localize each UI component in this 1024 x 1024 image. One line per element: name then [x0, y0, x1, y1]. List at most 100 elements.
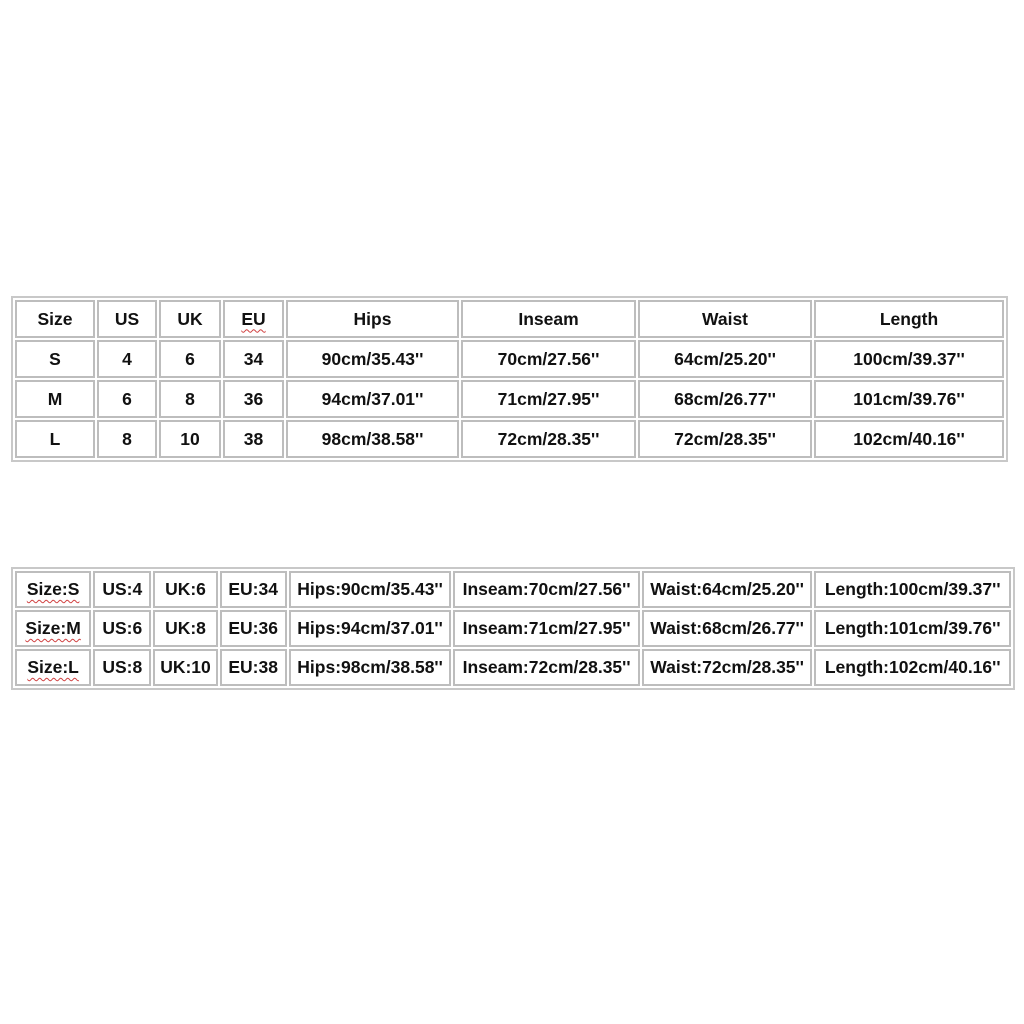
cell-value: 68cm/26.77''	[674, 388, 776, 409]
table-cell: UK:6	[153, 571, 218, 608]
cell-value: Length:102cm/40.16''	[824, 657, 1001, 677]
cell-value: 4	[122, 348, 132, 369]
table-cell: Inseam:70cm/27.56''	[453, 571, 640, 608]
table-cell: 8	[159, 380, 221, 418]
column-header: Length	[879, 308, 939, 329]
cell-value: 90cm/35.43''	[321, 348, 424, 369]
table-cell: Length:101cm/39.76''	[814, 610, 1011, 647]
cell-value: US:4	[102, 579, 143, 599]
cell-value: 100cm/39.37''	[853, 348, 965, 369]
table-cell: US:8	[93, 649, 152, 686]
cell-value: 101cm/39.76''	[853, 388, 965, 409]
column-header: Hips	[353, 308, 392, 329]
table-cell: 100cm/39.37''	[814, 340, 1004, 378]
table-cell: 6	[159, 340, 221, 378]
table-cell: Inseam	[461, 300, 636, 338]
table-cell: UK:10	[153, 649, 218, 686]
table-cell: 34	[223, 340, 284, 378]
cell-value: 72cm/28.35''	[674, 428, 776, 449]
table-cell: US	[97, 300, 157, 338]
cell-value: S	[49, 348, 61, 369]
column-header: Inseam	[518, 308, 579, 329]
cell-value: M	[47, 388, 63, 409]
table-cell: Hips	[286, 300, 459, 338]
table-cell: Size:M	[15, 610, 92, 647]
cell-value: Waist:64cm/25.20''	[650, 579, 804, 599]
table-cell: 68cm/26.77''	[638, 380, 812, 418]
table-cell: 36	[223, 380, 284, 418]
table-row: Size:M US:6 UK:8 EU:36 Hips:94cm/37.01'' Inse…	[15, 610, 1011, 647]
column-header: EU	[241, 308, 266, 329]
cell-value: Hips:98cm/38.58''	[297, 657, 443, 677]
cell-value: Size:M	[25, 618, 81, 638]
table-cell: 10	[159, 420, 221, 458]
table-cell: Inseam:72cm/28.35''	[453, 649, 640, 686]
table-cell: EU	[223, 300, 284, 338]
table-row: L 8 10 38 98cm/38.58'' 72cm/28.35'' 72cm/28.35…	[15, 420, 1004, 458]
table-cell: Waist:72cm/28.35''	[641, 649, 813, 686]
table-cell: 72cm/28.35''	[638, 420, 812, 458]
column-header: UK	[177, 308, 203, 329]
table-cell: 38	[223, 420, 284, 458]
cell-value: EU:34	[228, 579, 278, 599]
cell-value: Length:101cm/39.76''	[824, 618, 1001, 638]
table-row: S 4 6 34 90cm/35.43'' 70cm/27.56'' 64cm/25.20'…	[15, 340, 1004, 378]
table-cell: Waist	[638, 300, 812, 338]
table-cell: 71cm/27.95''	[461, 380, 636, 418]
cell-value: 98cm/38.58''	[321, 428, 424, 449]
cell-value: Inseam:71cm/27.95''	[462, 618, 631, 638]
cell-value: UK:6	[165, 579, 206, 599]
table-cell: Length:100cm/39.37''	[814, 571, 1011, 608]
table-cell: US:4	[93, 571, 152, 608]
table-cell: UK:8	[153, 610, 218, 647]
cell-value: Size:S	[26, 579, 80, 599]
table-cell: Size:S	[15, 571, 92, 608]
table-cell: Waist:64cm/25.20''	[641, 571, 813, 608]
table-cell: 101cm/39.76''	[814, 380, 1004, 418]
cell-value: Hips:94cm/37.01''	[297, 618, 443, 638]
table-cell: 8	[97, 420, 157, 458]
size-chart-inline-table: Size:S US:4 UK:6 EU:34 Hips:90cm/35.43'' Inse…	[11, 567, 1015, 690]
cell-value: EU:38	[228, 657, 278, 677]
cell-value: Inseam:72cm/28.35''	[462, 657, 631, 677]
cell-value: US:8	[102, 657, 143, 677]
table-cell: UK	[159, 300, 221, 338]
table-cell: S	[15, 340, 95, 378]
table-cell: 90cm/35.43''	[286, 340, 459, 378]
size-chart-table: Size US UK EU Hips Inseam Waist Length S 4 6 34 90cm…	[11, 296, 1008, 462]
cell-value: Hips:90cm/35.43''	[297, 579, 443, 599]
cell-value: 71cm/27.95''	[497, 388, 600, 409]
table-cell: EU:38	[219, 649, 287, 686]
column-header: US	[114, 308, 140, 329]
table-cell: 64cm/25.20''	[638, 340, 812, 378]
table-cell: 98cm/38.58''	[286, 420, 459, 458]
cell-value: US:6	[102, 618, 143, 638]
table-cell: Hips:98cm/38.58''	[288, 649, 452, 686]
table-row: Size:S US:4 UK:6 EU:34 Hips:90cm/35.43'' Inse…	[15, 571, 1011, 608]
table-cell: Inseam:71cm/27.95''	[453, 610, 640, 647]
cell-value: 8	[185, 388, 195, 409]
table-cell: Hips:94cm/37.01''	[288, 610, 452, 647]
table-cell: Size	[15, 300, 95, 338]
table-cell: M	[15, 380, 95, 418]
cell-value: 10	[180, 428, 200, 449]
table-row: Size:L US:8 UK:10 EU:38 Hips:98cm/38.58'' Ins…	[15, 649, 1011, 686]
cell-value: 34	[243, 348, 264, 369]
table-cell: Hips:90cm/35.43''	[288, 571, 452, 608]
cell-value: 8	[122, 428, 132, 449]
cell-value: Size:L	[27, 657, 79, 677]
cell-value: 72cm/28.35''	[497, 428, 600, 449]
cell-value: Waist:72cm/28.35''	[650, 657, 804, 677]
cell-value: Inseam:70cm/27.56''	[462, 579, 631, 599]
table-row: M 6 8 36 94cm/37.01'' 71cm/27.95'' 68cm/26.77'…	[15, 380, 1004, 418]
cell-value: 94cm/37.01''	[321, 388, 424, 409]
table-cell: 72cm/28.35''	[461, 420, 636, 458]
cell-value: UK:8	[165, 618, 206, 638]
table-cell: EU:34	[219, 571, 287, 608]
table-cell: Length:102cm/40.16''	[814, 649, 1011, 686]
cell-value: 36	[243, 388, 264, 409]
cell-value: 38	[243, 428, 264, 449]
cell-value: 102cm/40.16''	[853, 428, 965, 449]
cell-value: 64cm/25.20''	[674, 348, 776, 369]
table-cell: 4	[97, 340, 157, 378]
